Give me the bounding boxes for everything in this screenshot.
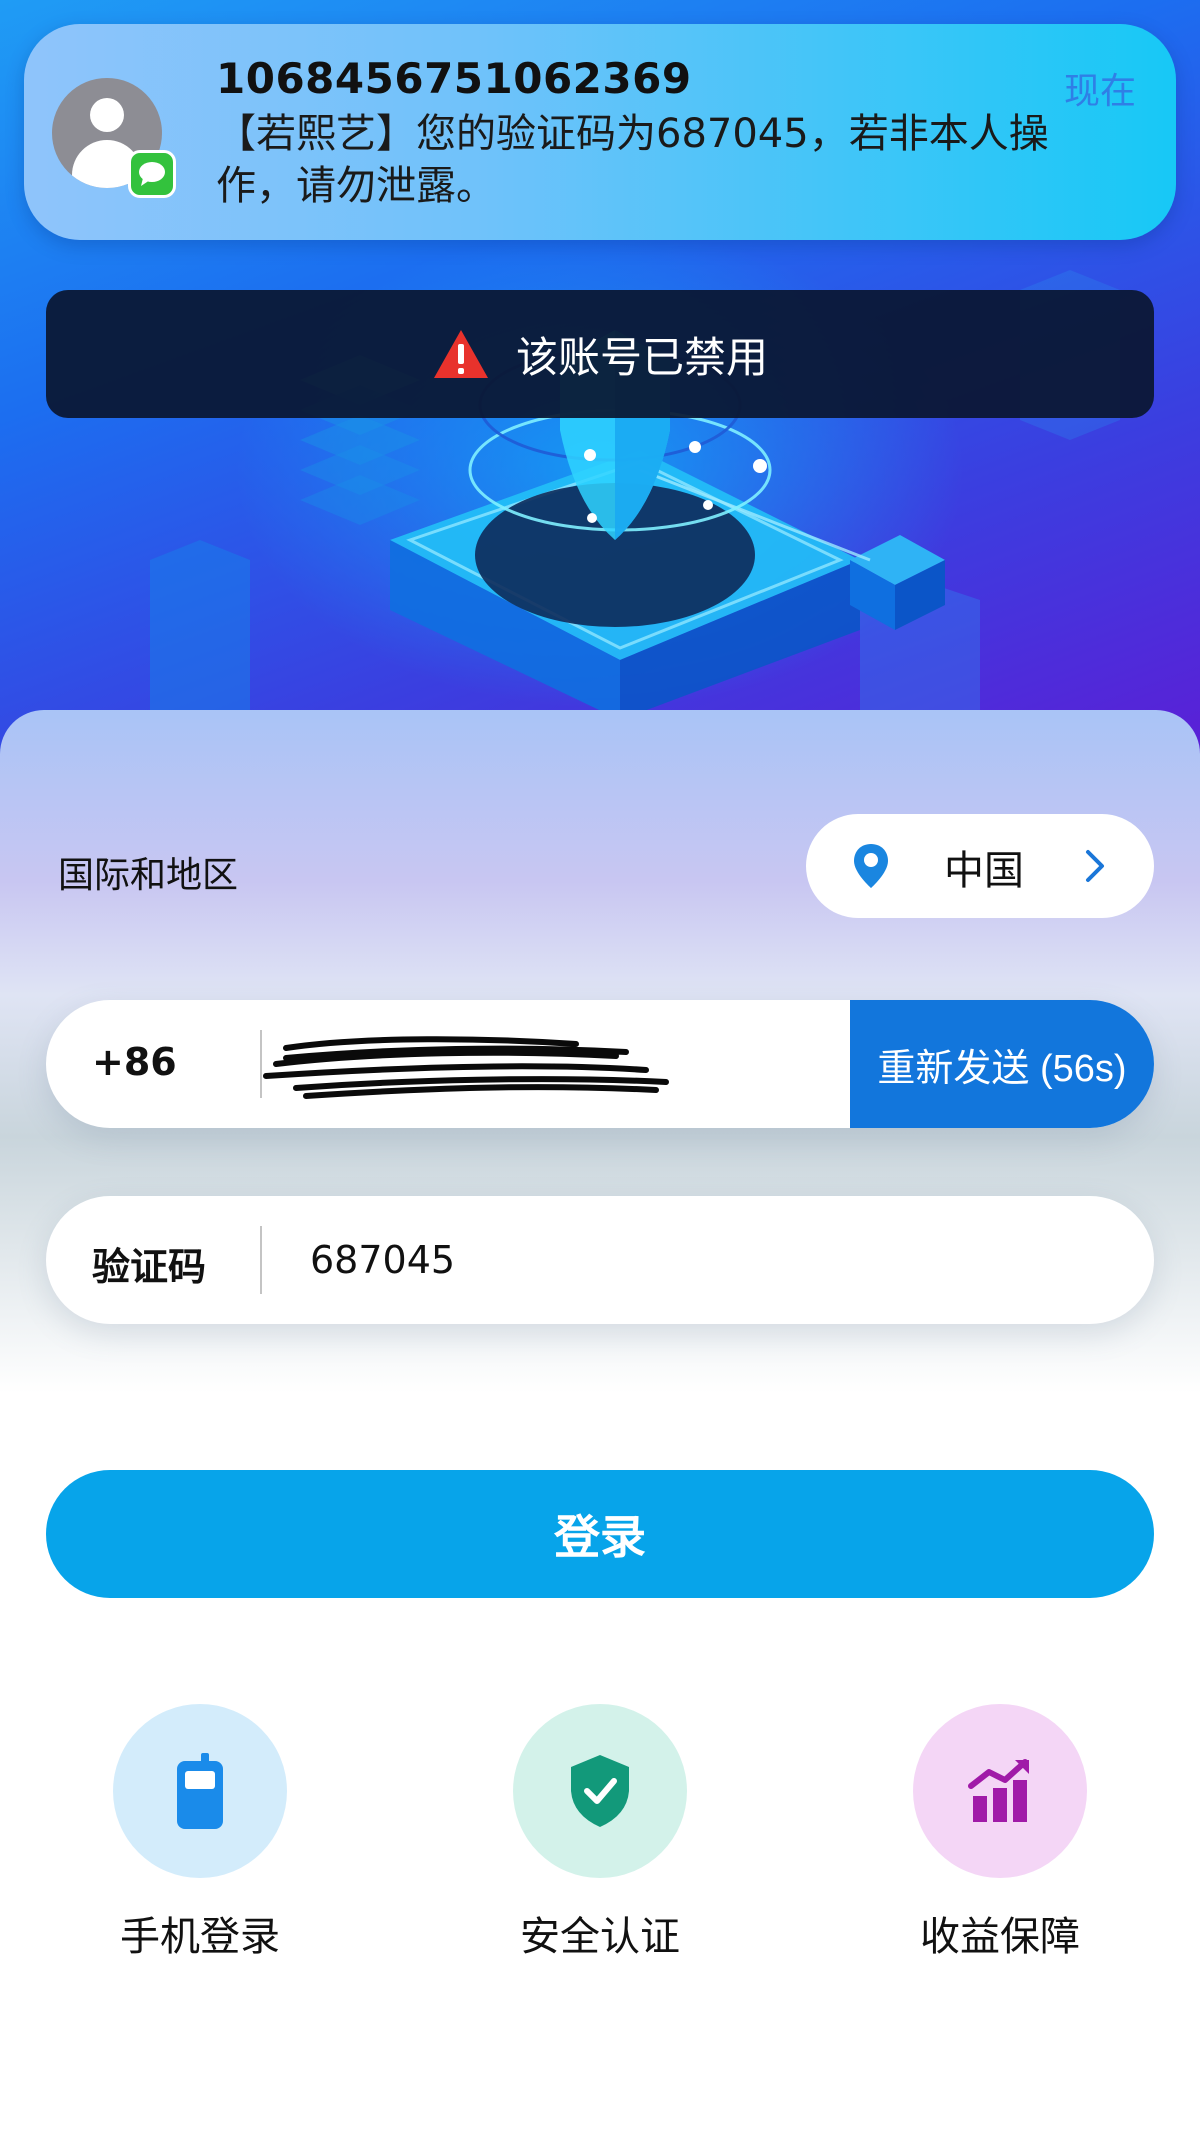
feature-earnings-guarantee[interactable]: 收益保障	[860, 1704, 1140, 1964]
shield-check-icon	[571, 1755, 629, 1827]
feature-icon-circle	[113, 1704, 287, 1878]
phone-icon	[177, 1753, 223, 1829]
region-label: 国际和地区	[58, 855, 239, 896]
notification-sender: 1068456751062369	[216, 54, 692, 103]
error-toast: 该账号已禁用	[46, 290, 1154, 418]
verification-code-field[interactable]: 验证码 687045	[46, 1196, 1154, 1324]
messages-app-icon	[128, 150, 176, 198]
sms-notification[interactable]: 1068456751062369 现在 【若熙艺】您的验证码为687045，若非…	[24, 24, 1176, 240]
feature-label: 收益保障	[920, 1914, 1080, 1960]
feature-label: 安全认证	[520, 1914, 680, 1960]
resend-code-button[interactable]: 重新发送 (56s)	[850, 1000, 1154, 1128]
chevron-right-icon	[1086, 850, 1104, 882]
toast-message: 该账号已禁用	[515, 332, 768, 382]
field-divider	[260, 1226, 262, 1294]
feature-icon-circle	[513, 1704, 687, 1878]
code-label: 验证码	[92, 1245, 207, 1289]
bar-chart-up-icon	[968, 1759, 1029, 1822]
feature-label: 手机登录	[120, 1914, 280, 1960]
feature-icon-circle	[913, 1704, 1087, 1878]
region-selector[interactable]: 中国	[806, 814, 1154, 918]
phone-field[interactable]: +86 重新发送 (56s)	[46, 1000, 1154, 1128]
region-value: 中国	[944, 848, 1024, 894]
country-code: +86	[92, 1040, 177, 1084]
code-input-value[interactable]: 687045	[310, 1238, 455, 1282]
notification-message: 【若熙艺】您的验证码为687045，若非本人操作，请勿泄露。	[216, 111, 1049, 209]
warning-icon	[433, 330, 488, 378]
login-button[interactable]: 登录	[46, 1470, 1154, 1598]
redaction-scribble	[263, 1036, 669, 1099]
location-pin-icon	[854, 844, 888, 888]
feature-security-verification[interactable]: 安全认证	[460, 1704, 740, 1964]
notification-time: 现在	[1063, 71, 1136, 112]
feature-phone-login[interactable]: 手机登录	[60, 1704, 340, 1964]
